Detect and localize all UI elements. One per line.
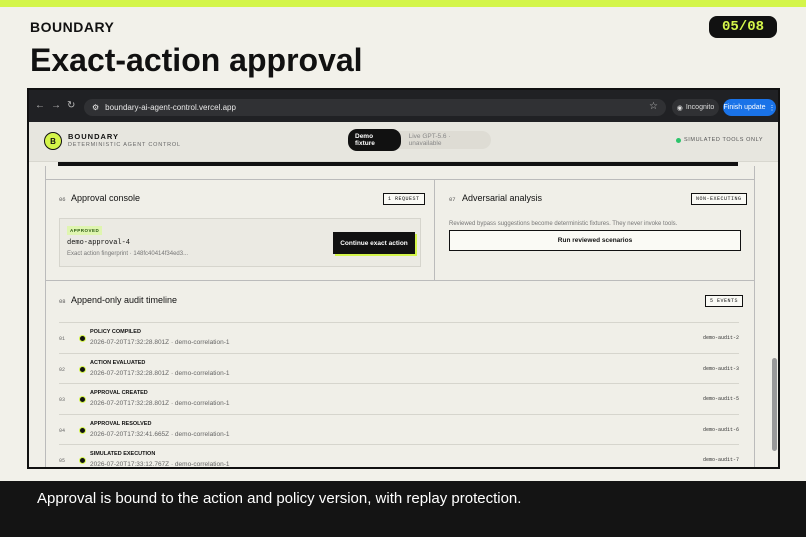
event-timestamp: 2026-07-20T17:32:28.801Z · demo-correlat… xyxy=(90,400,230,407)
page-counter: 05/08 xyxy=(709,16,777,38)
audit-id: demo-audit-7 xyxy=(702,457,739,463)
scrollbar-thumb[interactable] xyxy=(772,358,777,451)
approved-badge: APPROVED xyxy=(67,226,103,235)
app-header: B BOUNDARY DETERMINISTIC AGENT CONTROL D… xyxy=(29,122,778,162)
event-label: APPROVAL RESOLVED xyxy=(90,420,152,427)
address-bar[interactable]: ⚙ boundary-ai-agent-control.vercel.app xyxy=(84,99,666,116)
incognito-indicator[interactable]: ◉ Incognito xyxy=(672,99,719,116)
adversarial-analysis-title: Adversarial analysis xyxy=(462,193,543,203)
timeline-row: 03 APPROVAL CREATED 2026-07-20T17:32:28.80… xyxy=(59,383,739,413)
slide-caption: Approval is bound to the action and poli… xyxy=(37,490,522,507)
audit-timeline-panel: 08 Append-only audit timeline 5 EVENTS 0… xyxy=(45,282,755,468)
audit-timeline-title: Append-only audit timeline xyxy=(71,295,178,305)
event-label: POLICY COMPILED xyxy=(90,329,141,335)
url-text: boundary-ai-agent-control.vercel.app xyxy=(105,103,236,112)
mode-switcher: Demo fixture Live GPT-5.6 · unavailable xyxy=(348,129,491,151)
section-number: 07 xyxy=(449,196,456,203)
event-dot-icon xyxy=(79,396,86,403)
app-subtitle: DETERMINISTIC AGENT CONTROL xyxy=(68,142,181,148)
site-settings-icon[interactable]: ⚙ xyxy=(92,103,99,112)
row-number: 04 xyxy=(59,427,66,434)
event-label: ACTION EVALUATED xyxy=(90,359,146,366)
continue-exact-action-button[interactable]: Continue exact action xyxy=(333,232,415,254)
bookmark-star-icon[interactable]: ☆ xyxy=(649,101,658,112)
finish-update-label: Finish update xyxy=(723,104,766,111)
request-count-badge: 1 REQUEST xyxy=(383,193,425,205)
timeline-row: 04 APPROVAL RESOLVED 2026-07-20T17:32:41.6… xyxy=(59,413,739,444)
timeline-row: 05 SIMULATED EXECUTION 2026-07-20T17:33:12… xyxy=(59,444,739,468)
approval-console-title: Approval console xyxy=(71,193,141,203)
mode-demo-fixture[interactable]: Demo fixture xyxy=(348,129,401,151)
browser-toolbar: ← → ↻ ⚙ boundary-ai-agent-control.vercel… xyxy=(29,90,778,122)
timeline-row: 02 ACTION EVALUATED 2026-07-20T17:32:28.80… xyxy=(59,352,739,383)
forward-icon[interactable]: → xyxy=(51,100,61,111)
event-dot-icon xyxy=(79,365,86,373)
back-icon[interactable]: ← xyxy=(35,100,45,111)
event-timestamp: 2026-07-20T17:33:12.767Z · demo-correlat… xyxy=(90,461,230,468)
accent-bar xyxy=(0,0,806,7)
reload-icon[interactable]: ↻ xyxy=(67,100,75,111)
event-label: APPROVAL CREATED xyxy=(90,390,148,396)
run-reviewed-scenarios-button[interactable]: Run reviewed scenarios xyxy=(449,230,741,251)
app-logo: B xyxy=(44,132,62,150)
event-dot-icon xyxy=(79,426,86,434)
audit-id: demo-audit-2 xyxy=(702,335,739,341)
event-dot-icon xyxy=(79,457,86,464)
status-indicator: SIMULATED TOOLS ONLY xyxy=(676,137,763,143)
browser-screenshot: ← → ↻ ⚙ boundary-ai-agent-control.vercel… xyxy=(27,88,780,469)
action-fingerprint: Exact action fingerprint · 148fc40414f34… xyxy=(67,251,189,257)
mode-live[interactable]: Live GPT-5.6 · unavailable xyxy=(401,133,491,147)
status-dot xyxy=(676,137,681,143)
event-dot-icon xyxy=(79,335,86,342)
event-label: SIMULATED EXECUTION xyxy=(90,451,156,457)
audit-id: demo-audit-6 xyxy=(702,426,739,433)
non-executing-badge: NON-EXECUTING xyxy=(691,193,747,205)
row-number: 03 xyxy=(59,397,66,403)
more-vert-icon: ⋮ xyxy=(768,104,776,112)
section-number: 06 xyxy=(59,196,66,203)
timeline-row: 01 POLICY COMPILED 2026-07-20T17:32:28.801… xyxy=(59,322,739,352)
row-number: 02 xyxy=(59,366,66,373)
incognito-label: Incognito xyxy=(685,104,715,111)
event-timestamp: 2026-07-20T17:32:28.801Z · demo-correlat… xyxy=(90,369,230,377)
adversarial-analysis-panel: 07 Adversarial analysis NON-EXECUTING Re… xyxy=(435,179,755,281)
row-number: 05 xyxy=(59,458,66,464)
brand-label: BOUNDARY xyxy=(30,19,115,35)
event-timestamp: 2026-07-20T17:32:41.665Z · demo-correlat… xyxy=(90,430,230,438)
incognito-icon: ◉ xyxy=(676,104,683,112)
app-name: BOUNDARY xyxy=(68,132,120,141)
audit-id: demo-audit-5 xyxy=(702,396,739,402)
approval-card: APPROVED demo-approval-4 Exact action fi… xyxy=(59,218,421,267)
audit-id: demo-audit-3 xyxy=(702,365,739,372)
adversarial-description: Reviewed bypass suggestions become deter… xyxy=(449,221,678,227)
status-text: SIMULATED TOOLS ONLY xyxy=(684,137,764,143)
section-number: 08 xyxy=(59,298,66,305)
slide-title: Exact-action approval xyxy=(30,42,363,78)
finish-update-button[interactable]: Finish update ⋮ xyxy=(723,99,776,116)
row-number: 01 xyxy=(59,336,66,342)
event-timestamp: 2026-07-20T17:32:28.801Z · demo-correlat… xyxy=(90,339,230,346)
approval-console-panel: 06 Approval console 1 REQUEST APPROVED d… xyxy=(45,179,435,281)
approval-id: demo-approval-4 xyxy=(67,239,131,247)
event-count-badge: 5 EVENTS xyxy=(705,295,744,307)
